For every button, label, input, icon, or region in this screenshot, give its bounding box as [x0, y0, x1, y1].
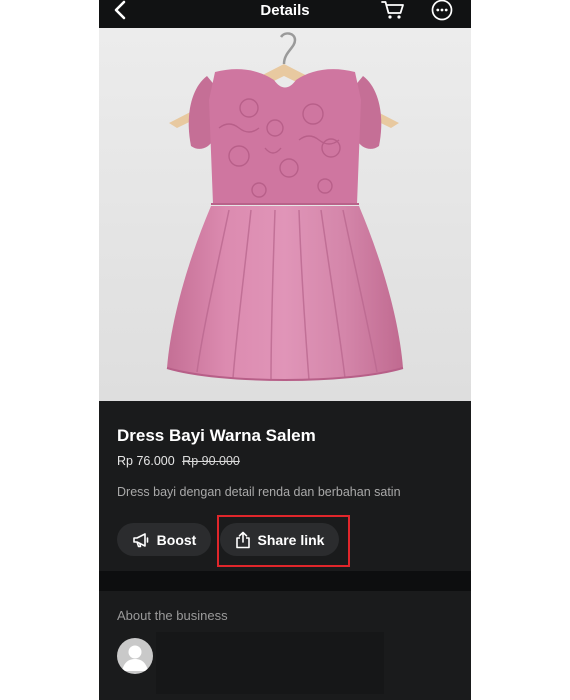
phone-screen: Details Dress Bayi Warna Salem Rp 76.000…: [99, 0, 471, 700]
product-image[interactable]: [99, 28, 471, 401]
product-title: Dress Bayi Warna Salem: [117, 426, 316, 445]
section-divider: [99, 571, 471, 591]
megaphone-icon: [132, 532, 150, 548]
about-title: About the business: [117, 608, 228, 623]
more-options-button[interactable]: [428, 0, 456, 24]
product-info: Dress Bayi Warna Salem Rp 76.000 Rp 90.0…: [99, 401, 471, 571]
page-title: Details: [260, 2, 310, 19]
pink-dress-photo: [99, 28, 471, 401]
boost-button[interactable]: Boost: [117, 523, 211, 556]
share-link-highlight: [217, 515, 350, 567]
user-placeholder-icon: [122, 645, 148, 671]
cart-icon: [381, 0, 405, 25]
price-original: Rp 90.000: [182, 454, 240, 468]
product-description: Dress bayi dengan detail renda dan berba…: [117, 485, 401, 499]
avatar[interactable]: [117, 638, 153, 674]
redacted-business-info: [156, 632, 384, 694]
price-row: Rp 76.000 Rp 90.000: [117, 454, 240, 468]
cart-button[interactable]: [379, 0, 407, 24]
about-business-section: About the business: [99, 591, 471, 700]
top-bar: Details: [99, 0, 471, 28]
boost-label: Boost: [156, 531, 197, 548]
price-current: Rp 76.000: [117, 454, 175, 468]
more-horizontal-icon: [431, 0, 453, 26]
